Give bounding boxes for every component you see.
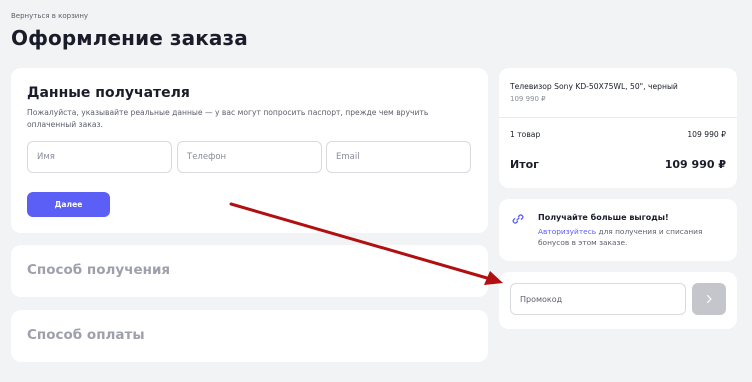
total-label: Итог — [510, 158, 539, 171]
order-summary-card: Телевизор Sony KD-50X75WL, 50", черный 1… — [499, 68, 737, 188]
promo-apply-button[interactable] — [692, 283, 726, 315]
page-title: Оформление заказа — [11, 26, 248, 50]
authorize-link[interactable]: Авторизуйтесь — [538, 227, 596, 236]
items-count: 1 товар — [510, 130, 541, 139]
back-to-cart-link[interactable]: Вернуться в корзину — [11, 12, 88, 20]
bonus-card: Получайте больше выгоды! Авторизуйтесь д… — [499, 199, 737, 261]
promo-code-input[interactable] — [510, 283, 686, 315]
delivery-method-title: Способ получения — [27, 262, 171, 278]
product-name: Телевизор Sony KD-50X75WL, 50", черный — [510, 82, 678, 91]
bonus-text: Авторизуйтесь для получения и списания б… — [538, 226, 730, 248]
payment-method-section[interactable]: Способ оплаты — [11, 310, 488, 362]
link-icon — [512, 214, 524, 224]
recipient-hint: Пожалуйста, указывайте реальные данные —… — [27, 108, 429, 129]
name-field[interactable] — [27, 141, 172, 173]
phone-field[interactable] — [177, 141, 322, 173]
bonus-title: Получайте больше выгоды! — [538, 213, 669, 222]
promo-card — [499, 272, 737, 329]
summary-divider — [499, 117, 737, 118]
total-value: 109 990 ₽ — [664, 158, 726, 171]
recipient-title: Данные получателя — [27, 85, 190, 101]
next-button[interactable]: Далее — [27, 192, 110, 217]
email-field[interactable] — [326, 141, 471, 173]
delivery-method-section[interactable]: Способ получения — [11, 245, 488, 297]
chevron-right-icon — [706, 294, 712, 304]
payment-method-title: Способ оплаты — [27, 327, 145, 343]
recipient-card: Данные получателя Пожалуйста, указывайте… — [11, 68, 488, 233]
product-price: 109 990 ₽ — [510, 95, 546, 103]
items-sum: 109 990 ₽ — [687, 130, 726, 139]
